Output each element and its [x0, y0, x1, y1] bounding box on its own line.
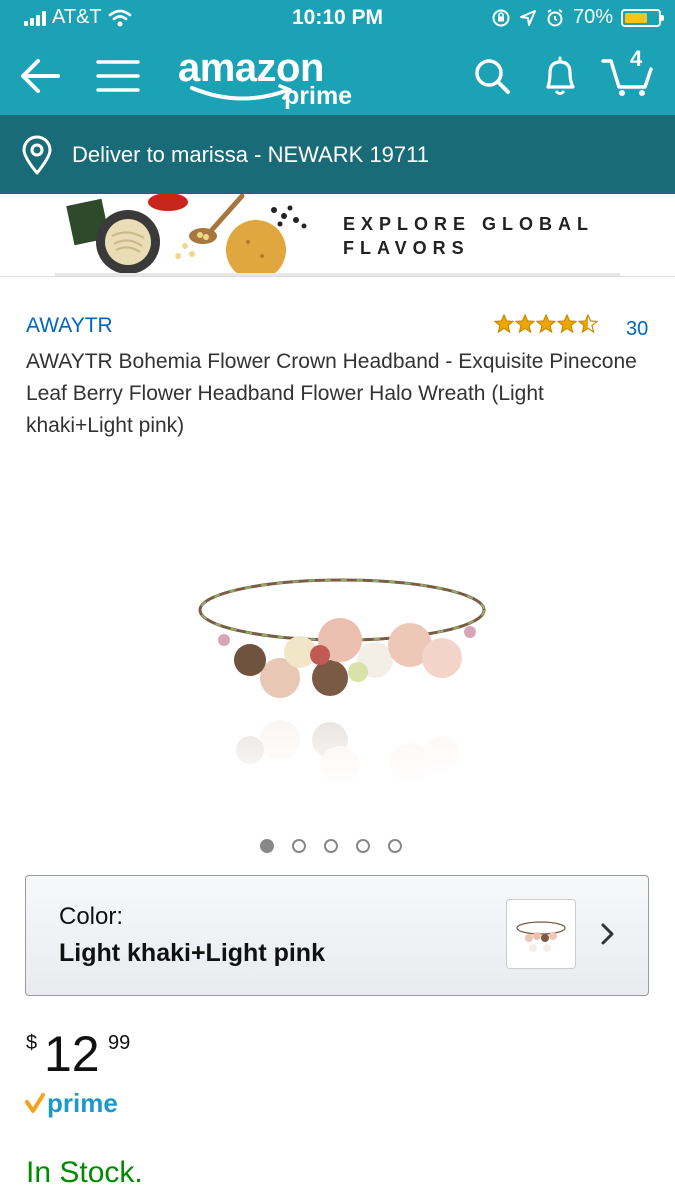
- star-icon: [515, 314, 535, 334]
- rating-stars: [494, 314, 598, 334]
- cart-count-badge: 4: [630, 46, 643, 71]
- carousel-dot[interactable]: [260, 839, 274, 853]
- nav-row: amazon prime 4: [0, 38, 675, 115]
- food-illustration-image: [66, 194, 307, 276]
- availability-status: In Stock.: [26, 1156, 143, 1189]
- status-bar: AT&T 10:10 PM 70%: [0, 0, 675, 38]
- back-arrow-icon: [21, 59, 60, 93]
- product-title: AWAYTR Bohemia Flower Crown Headband - E…: [26, 350, 637, 437]
- delivery-address-text: Deliver to marissa - NEWARK 19711: [72, 141, 429, 167]
- star-icon: [494, 314, 514, 334]
- menu-button[interactable]: [90, 48, 146, 104]
- delivery-address-bar[interactable]: Deliver to marissa - NEWARK 19711: [0, 115, 675, 194]
- amazon-prime-logo[interactable]: amazon prime: [178, 46, 368, 110]
- star-icon: [536, 314, 556, 334]
- prime-badge: prime: [25, 1088, 118, 1118]
- price-whole: 12: [44, 1026, 100, 1082]
- carousel-dot[interactable]: [324, 839, 338, 853]
- color-thumbnail-image: [516, 921, 566, 952]
- cart-button[interactable]: 4: [600, 46, 656, 104]
- battery-percent: 70%: [572, 6, 613, 28]
- location-arrow-icon: [519, 9, 536, 26]
- carousel-dot[interactable]: [292, 839, 306, 853]
- price-fraction: 99: [108, 1032, 131, 1054]
- ad-slogan-line2: FLAVORS: [343, 238, 470, 258]
- image-carousel-dots[interactable]: [260, 839, 402, 853]
- carousel-dot[interactable]: [356, 839, 370, 853]
- star-icon: [578, 314, 598, 334]
- color-value: Light khaki+Light pink: [59, 939, 325, 967]
- carousel-dot[interactable]: [388, 839, 402, 853]
- chevron-right-icon: [601, 923, 614, 945]
- battery-icon: [621, 8, 664, 27]
- color-selector[interactable]: Color: Light khaki+Light pink: [25, 875, 649, 996]
- color-thumbnail: [506, 899, 576, 969]
- brand-link[interactable]: AWAYTR: [26, 314, 113, 338]
- status-right: 70%: [491, 6, 664, 29]
- ad-slogan-line1: EXPLORE GLOBAL: [343, 214, 595, 234]
- rating-count: 30: [626, 318, 649, 340]
- alarm-icon: [547, 8, 563, 26]
- prime-check-icon: [25, 1093, 45, 1113]
- rating-summary[interactable]: 30: [494, 314, 648, 340]
- bell-icon: [546, 56, 575, 95]
- star-icon: [557, 314, 577, 334]
- location-pin-icon: [22, 135, 52, 174]
- prime-badge-label: prime: [47, 1087, 118, 1118]
- rotation-lock-icon: [492, 9, 510, 26]
- ad-banner[interactable]: EXPLORE GLOBAL FLAVORS: [0, 194, 675, 277]
- cart-icon: [601, 59, 653, 96]
- ad-slogan: EXPLORE GLOBAL FLAVORS: [343, 212, 594, 260]
- logo-prime: prime: [284, 82, 353, 110]
- menu-icon: [96, 60, 140, 92]
- app-header: AT&T 10:10 PM 70% amazon prime 4: [0, 0, 675, 115]
- ad-divider: [55, 273, 620, 276]
- search-button[interactable]: [464, 48, 520, 104]
- product-image[interactable]: [180, 560, 510, 790]
- back-button[interactable]: [12, 48, 68, 104]
- search-icon: [475, 59, 510, 94]
- color-label: Color:: [59, 903, 124, 930]
- notifications-button[interactable]: [532, 48, 588, 104]
- price-currency: $: [26, 1032, 38, 1054]
